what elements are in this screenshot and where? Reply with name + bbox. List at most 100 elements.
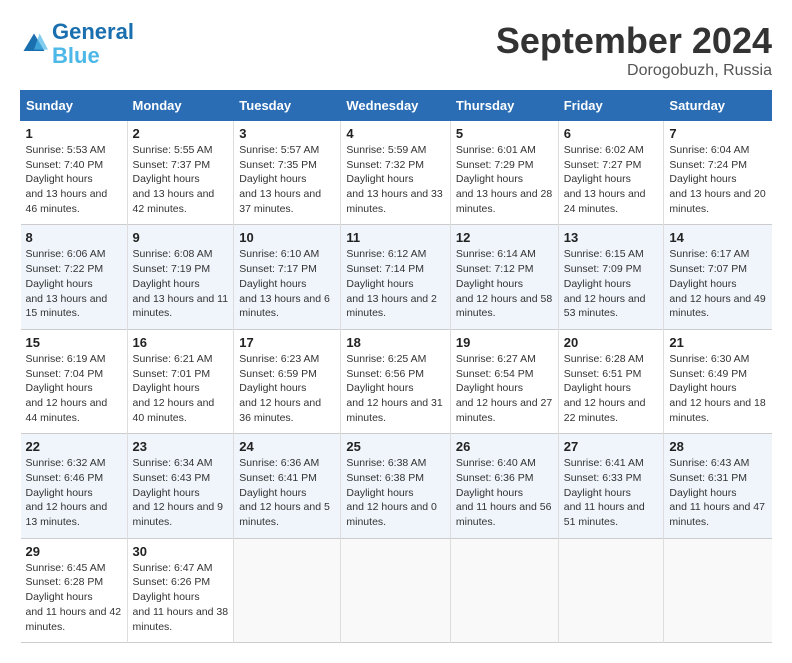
day-cell: 2 Sunrise: 5:55 AMSunset: 7:37 PMDayligh… (127, 121, 234, 225)
day-info: Sunrise: 6:21 AMSunset: 7:01 PMDaylight … (133, 352, 229, 425)
day-info: Sunrise: 6:32 AMSunset: 6:46 PMDaylight … (26, 456, 122, 529)
day-info: Sunrise: 6:43 AMSunset: 6:31 PMDaylight … (669, 456, 766, 529)
logo-text: GeneralBlue (52, 20, 134, 68)
day-cell: 20 Sunrise: 6:28 AMSunset: 6:51 PMDaylig… (558, 329, 664, 433)
day-cell: 17 Sunrise: 6:23 AMSunset: 6:59 PMDaylig… (234, 329, 341, 433)
day-cell: 10 Sunrise: 6:10 AMSunset: 7:17 PMDaylig… (234, 225, 341, 329)
day-info: Sunrise: 5:57 AMSunset: 7:35 PMDaylight … (239, 143, 335, 216)
day-number: 29 (26, 544, 122, 559)
day-number: 11 (346, 230, 444, 245)
day-info: Sunrise: 6:23 AMSunset: 6:59 PMDaylight … (239, 352, 335, 425)
day-info: Sunrise: 6:08 AMSunset: 7:19 PMDaylight … (133, 247, 229, 320)
day-cell (450, 538, 558, 642)
day-cell: 7 Sunrise: 6:04 AMSunset: 7:24 PMDayligh… (664, 121, 772, 225)
day-cell: 24 Sunrise: 6:36 AMSunset: 6:41 PMDaylig… (234, 434, 341, 538)
day-info: Sunrise: 6:14 AMSunset: 7:12 PMDaylight … (456, 247, 553, 320)
day-cell: 18 Sunrise: 6:25 AMSunset: 6:56 PMDaylig… (341, 329, 450, 433)
day-number: 27 (564, 439, 659, 454)
day-info: Sunrise: 6:19 AMSunset: 7:04 PMDaylight … (26, 352, 122, 425)
day-number: 24 (239, 439, 335, 454)
month-title: September 2024 (496, 20, 772, 62)
day-number: 15 (26, 335, 122, 350)
day-info: Sunrise: 6:04 AMSunset: 7:24 PMDaylight … (669, 143, 766, 216)
day-cell: 21 Sunrise: 6:30 AMSunset: 6:49 PMDaylig… (664, 329, 772, 433)
day-info: Sunrise: 6:10 AMSunset: 7:17 PMDaylight … (239, 247, 335, 320)
day-number: 3 (239, 126, 335, 141)
day-number: 17 (239, 335, 335, 350)
title-block: September 2024 Dorogobuzh, Russia (496, 20, 772, 80)
day-cell: 16 Sunrise: 6:21 AMSunset: 7:01 PMDaylig… (127, 329, 234, 433)
day-info: Sunrise: 6:27 AMSunset: 6:54 PMDaylight … (456, 352, 553, 425)
day-info: Sunrise: 6:40 AMSunset: 6:36 PMDaylight … (456, 456, 553, 529)
day-number: 7 (669, 126, 766, 141)
day-number: 21 (669, 335, 766, 350)
day-number: 5 (456, 126, 553, 141)
day-number: 16 (133, 335, 229, 350)
page-header: GeneralBlue September 2024 Dorogobuzh, R… (20, 20, 772, 80)
day-cell: 1 Sunrise: 5:53 AMSunset: 7:40 PMDayligh… (21, 121, 128, 225)
day-cell: 23 Sunrise: 6:34 AMSunset: 6:43 PMDaylig… (127, 434, 234, 538)
week-row-2: 8 Sunrise: 6:06 AMSunset: 7:22 PMDayligh… (21, 225, 772, 329)
day-cell: 9 Sunrise: 6:08 AMSunset: 7:19 PMDayligh… (127, 225, 234, 329)
day-info: Sunrise: 6:28 AMSunset: 6:51 PMDaylight … (564, 352, 659, 425)
day-cell: 15 Sunrise: 6:19 AMSunset: 7:04 PMDaylig… (21, 329, 128, 433)
day-number: 2 (133, 126, 229, 141)
day-number: 1 (26, 126, 122, 141)
day-number: 4 (346, 126, 444, 141)
day-number: 14 (669, 230, 766, 245)
day-number: 18 (346, 335, 444, 350)
day-cell: 13 Sunrise: 6:15 AMSunset: 7:09 PMDaylig… (558, 225, 664, 329)
day-cell: 19 Sunrise: 6:27 AMSunset: 6:54 PMDaylig… (450, 329, 558, 433)
day-info: Sunrise: 6:01 AMSunset: 7:29 PMDaylight … (456, 143, 553, 216)
day-number: 8 (26, 230, 122, 245)
day-cell: 29 Sunrise: 6:45 AMSunset: 6:28 PMDaylig… (21, 538, 128, 642)
day-info: Sunrise: 6:30 AMSunset: 6:49 PMDaylight … (669, 352, 766, 425)
day-cell: 27 Sunrise: 6:41 AMSunset: 6:33 PMDaylig… (558, 434, 664, 538)
day-info: Sunrise: 6:02 AMSunset: 7:27 PMDaylight … (564, 143, 659, 216)
logo-icon (20, 30, 48, 58)
day-cell: 30 Sunrise: 6:47 AMSunset: 6:26 PMDaylig… (127, 538, 234, 642)
col-header-monday: Monday (127, 91, 234, 121)
week-row-3: 15 Sunrise: 6:19 AMSunset: 7:04 PMDaylig… (21, 329, 772, 433)
day-info: Sunrise: 6:41 AMSunset: 6:33 PMDaylight … (564, 456, 659, 529)
day-number: 13 (564, 230, 659, 245)
day-number: 23 (133, 439, 229, 454)
day-info: Sunrise: 6:38 AMSunset: 6:38 PMDaylight … (346, 456, 444, 529)
week-row-1: 1 Sunrise: 5:53 AMSunset: 7:40 PMDayligh… (21, 121, 772, 225)
day-number: 9 (133, 230, 229, 245)
day-cell: 28 Sunrise: 6:43 AMSunset: 6:31 PMDaylig… (664, 434, 772, 538)
day-number: 28 (669, 439, 766, 454)
day-number: 6 (564, 126, 659, 141)
day-number: 22 (26, 439, 122, 454)
day-info: Sunrise: 6:25 AMSunset: 6:56 PMDaylight … (346, 352, 444, 425)
col-header-sunday: Sunday (21, 91, 128, 121)
week-row-4: 22 Sunrise: 6:32 AMSunset: 6:46 PMDaylig… (21, 434, 772, 538)
col-header-friday: Friday (558, 91, 664, 121)
day-cell: 11 Sunrise: 6:12 AMSunset: 7:14 PMDaylig… (341, 225, 450, 329)
logo: GeneralBlue (20, 20, 134, 68)
day-number: 25 (346, 439, 444, 454)
day-number: 26 (456, 439, 553, 454)
day-info: Sunrise: 6:45 AMSunset: 6:28 PMDaylight … (26, 561, 122, 634)
day-info: Sunrise: 6:15 AMSunset: 7:09 PMDaylight … (564, 247, 659, 320)
day-info: Sunrise: 6:34 AMSunset: 6:43 PMDaylight … (133, 456, 229, 529)
day-info: Sunrise: 6:36 AMSunset: 6:41 PMDaylight … (239, 456, 335, 529)
day-info: Sunrise: 6:06 AMSunset: 7:22 PMDaylight … (26, 247, 122, 320)
col-header-thursday: Thursday (450, 91, 558, 121)
day-cell: 6 Sunrise: 6:02 AMSunset: 7:27 PMDayligh… (558, 121, 664, 225)
day-number: 30 (133, 544, 229, 559)
day-info: Sunrise: 6:17 AMSunset: 7:07 PMDaylight … (669, 247, 766, 320)
day-cell: 3 Sunrise: 5:57 AMSunset: 7:35 PMDayligh… (234, 121, 341, 225)
col-header-tuesday: Tuesday (234, 91, 341, 121)
day-number: 12 (456, 230, 553, 245)
day-cell: 12 Sunrise: 6:14 AMSunset: 7:12 PMDaylig… (450, 225, 558, 329)
day-cell: 26 Sunrise: 6:40 AMSunset: 6:36 PMDaylig… (450, 434, 558, 538)
calendar-table: SundayMondayTuesdayWednesdayThursdayFrid… (20, 90, 772, 643)
col-header-wednesday: Wednesday (341, 91, 450, 121)
day-info: Sunrise: 5:59 AMSunset: 7:32 PMDaylight … (346, 143, 444, 216)
day-cell: 22 Sunrise: 6:32 AMSunset: 6:46 PMDaylig… (21, 434, 128, 538)
day-info: Sunrise: 5:53 AMSunset: 7:40 PMDaylight … (26, 143, 122, 216)
day-cell: 5 Sunrise: 6:01 AMSunset: 7:29 PMDayligh… (450, 121, 558, 225)
location: Dorogobuzh, Russia (496, 62, 772, 80)
day-cell (664, 538, 772, 642)
